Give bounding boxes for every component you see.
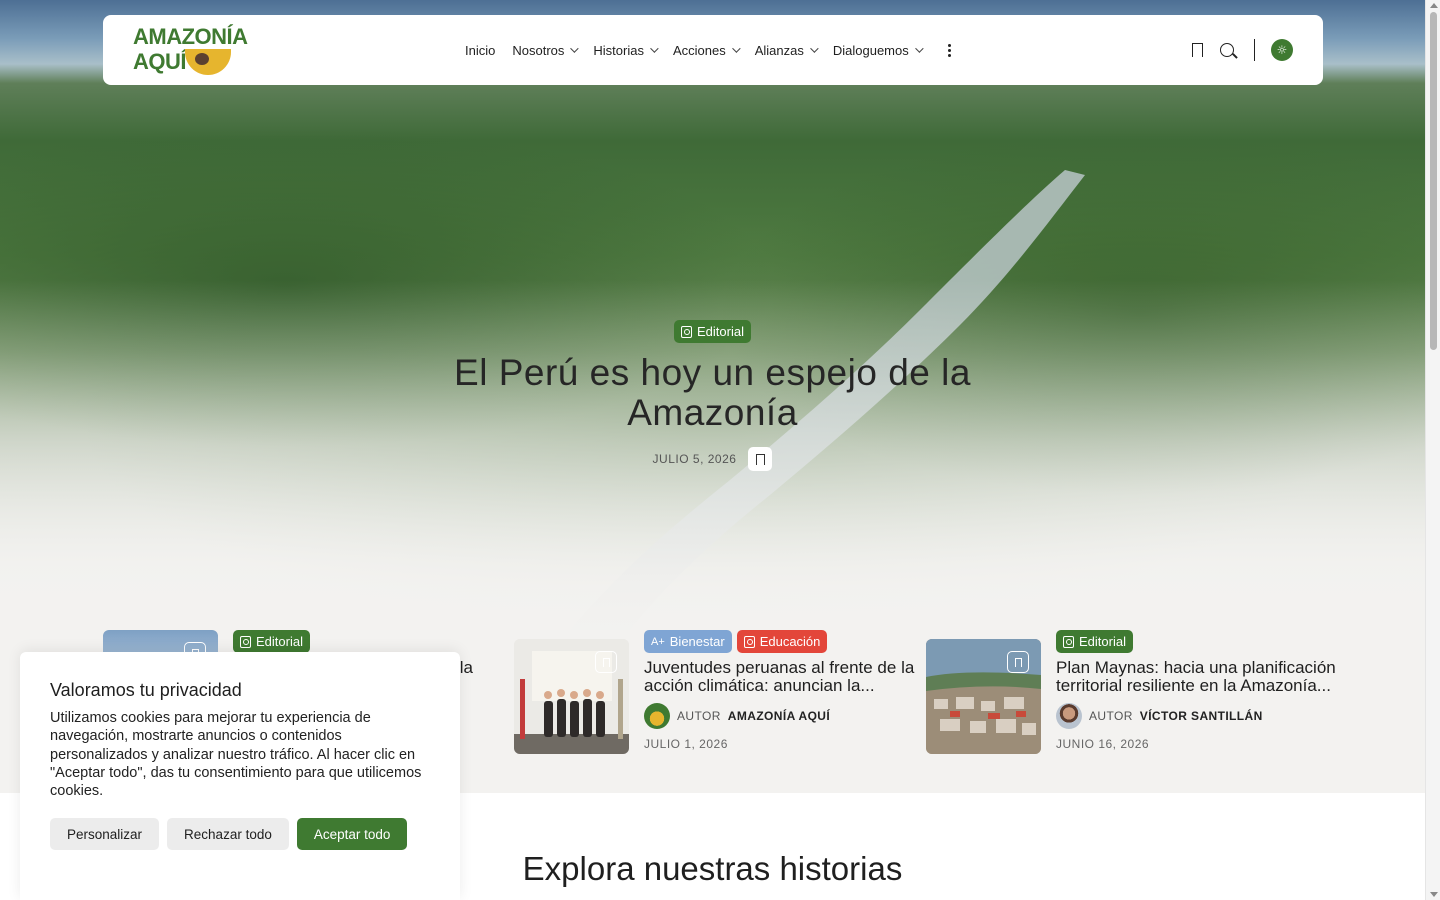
hero-title[interactable]: El Perú es hoy un espejo de la Amazonía: [443, 353, 983, 433]
nav-item-label: Nosotros: [512, 42, 565, 58]
chevron-down-icon: [731, 44, 741, 53]
bookmark-icon[interactable]: [1191, 43, 1203, 62]
tag-editorial[interactable]: Editorial: [233, 630, 310, 653]
nav-item-acciones[interactable]: Acciones: [672, 42, 741, 58]
nav-actions: ☼: [1191, 15, 1293, 85]
author-name[interactable]: AMAZONÍA AQUÍ: [728, 709, 830, 723]
hero-category-label: Editorial: [697, 324, 744, 339]
nav-item-nosotros[interactable]: Nosotros: [512, 42, 580, 58]
main-navbar: AMAZONÍA AQUÍ Inicio Nosotros Historias …: [103, 15, 1323, 85]
bookmark-icon: [602, 657, 610, 667]
card-body: Editorial Plan Maynas: hacia una planifi…: [1056, 630, 1336, 751]
nav-item-alianzas[interactable]: Alianzas: [754, 42, 819, 58]
card-bookmark-button[interactable]: [595, 651, 617, 673]
more-vertical-icon[interactable]: [947, 43, 951, 57]
accessibility-icon: A+: [651, 635, 665, 648]
cookie-text: Utilizamos cookies para mejorar tu exper…: [50, 710, 422, 800]
cookie-actions: Personalizar Rechazar todo Aceptar todo: [50, 818, 408, 850]
card-tags: A+ Bienestar Educación: [644, 630, 934, 653]
chevron-down-icon: [914, 44, 924, 53]
chevron-down-icon: [810, 44, 819, 53]
tag-label: Educación: [759, 634, 821, 649]
logo-text-line1: AMAZONÍA: [133, 24, 248, 49]
nav-item-label: Alianzas: [754, 42, 804, 58]
nav-item-historias[interactable]: Historias: [593, 42, 659, 58]
site-logo[interactable]: AMAZONÍA AQUÍ: [133, 24, 248, 76]
nav-item-label: Acciones: [672, 42, 726, 58]
hero-content: Editorial El Perú es hoy un espejo de la…: [0, 320, 1425, 471]
card-bookmark-button[interactable]: [1007, 651, 1029, 673]
card-author: AUTOR AMAZONÍA AQUÍ: [644, 703, 934, 729]
card-thumbnail[interactable]: [514, 639, 629, 754]
scroll-up-icon[interactable]: [1430, 3, 1438, 8]
sun-icon[interactable]: ☼: [1271, 39, 1293, 61]
customize-button[interactable]: Personalizar: [50, 818, 160, 850]
chevron-down-icon: [570, 44, 580, 53]
tag-label: Editorial: [1079, 634, 1126, 649]
page-scrollbar[interactable]: [1425, 0, 1440, 900]
hero-bookmark-button[interactable]: [748, 447, 773, 471]
card-title[interactable]: Juventudes peruanas al frente de la acci…: [644, 659, 934, 695]
nav-item-dialoguemos[interactable]: Dialoguemos: [832, 42, 924, 58]
card-date: JULIO 1, 2026: [644, 737, 728, 751]
card-thumbnail[interactable]: [926, 639, 1041, 754]
scroll-down-icon[interactable]: [1430, 892, 1438, 897]
scrollbar-thumb[interactable]: [1430, 12, 1437, 350]
tag-label: Editorial: [256, 634, 303, 649]
nav-divider: [1254, 39, 1255, 61]
bookmark-icon: [755, 453, 765, 468]
hero-date: JULIO 5, 2026: [652, 452, 737, 466]
reject-all-button[interactable]: Rechazar todo: [167, 818, 289, 850]
logo-mascot-icon: [185, 49, 231, 75]
author-prefix: AUTOR: [1089, 709, 1133, 723]
chevron-down-icon: [650, 44, 659, 53]
author-name[interactable]: VÍCTOR SANTILLÁN: [1140, 709, 1263, 723]
card-date: JUNIO 16, 2026: [1056, 737, 1150, 751]
card-author: AUTOR VÍCTOR SANTILLÁN: [1056, 703, 1336, 729]
card-title[interactable]: Plan Maynas: hacia una planificación ter…: [1056, 659, 1336, 695]
avatar: [644, 703, 670, 729]
image-icon: [240, 635, 251, 648]
accept-all-button[interactable]: Aceptar todo: [296, 818, 408, 850]
tag-editorial[interactable]: Editorial: [1056, 630, 1133, 653]
nav-item-label: Historias: [593, 42, 644, 58]
card-tags: Editorial: [1056, 630, 1336, 653]
nav-item-inicio[interactable]: Inicio: [465, 43, 495, 58]
book-icon: [743, 635, 755, 648]
cookie-title: Valoramos tu privacidad: [50, 680, 242, 700]
image-icon: [1063, 635, 1074, 648]
tag-bienestar[interactable]: A+ Bienestar: [644, 630, 732, 653]
nav-item-label: Inicio: [465, 42, 496, 58]
bookmark-icon: [1014, 657, 1022, 667]
nav-item-label: Dialoguemos: [832, 42, 909, 58]
card-body: A+ Bienestar Educación Juventudes peruan…: [644, 630, 934, 751]
author-prefix: AUTOR: [677, 709, 721, 723]
tag-educacion[interactable]: Educación: [736, 630, 828, 653]
hero-category-badge[interactable]: Editorial: [674, 320, 751, 343]
hero-meta: JULIO 5, 2026: [0, 447, 1425, 471]
card-tags: Editorial: [233, 630, 523, 653]
tag-label: Bienestar: [669, 634, 725, 649]
cookie-banner: Valoramos tu privacidad Utilizamos cooki…: [20, 652, 460, 900]
image-icon: [681, 325, 693, 338]
logo-text-line2: AQUÍ: [133, 49, 187, 74]
nav-menu: Inicio Nosotros Historias Acciones Alian…: [465, 15, 951, 85]
avatar: [1056, 703, 1082, 729]
search-icon[interactable]: [1220, 43, 1234, 57]
